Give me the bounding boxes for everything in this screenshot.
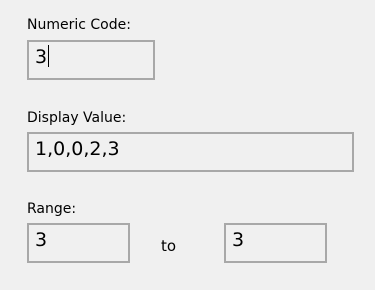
display-value-text: 1,0,0,2,3 (35, 138, 120, 160)
display-value-field[interactable]: 1,0,0,2,3 (27, 132, 354, 172)
range-to-label: to (161, 237, 177, 255)
numeric-code-value: 3 (35, 46, 48, 68)
dialog-panel: Numeric Code: 3 Display Value: 1,0,0,2,3… (0, 0, 375, 290)
text-caret (48, 45, 50, 67)
range-from-field[interactable]: 3 (27, 223, 130, 263)
range-from-value: 3 (35, 229, 48, 251)
range-to-field[interactable]: 3 (224, 223, 327, 263)
range-label: Range: (27, 201, 77, 217)
range-to-value: 3 (232, 229, 245, 251)
display-value-label: Display Value: (27, 110, 127, 126)
numeric-code-field[interactable]: 3 (27, 40, 155, 80)
numeric-code-label: Numeric Code: (27, 17, 131, 33)
